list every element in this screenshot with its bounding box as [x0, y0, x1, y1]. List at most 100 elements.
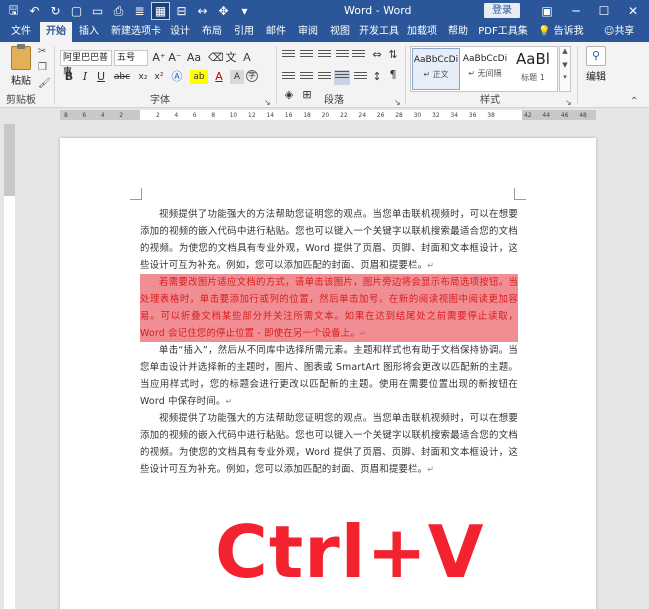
tab-view[interactable]: 视图 [326, 22, 354, 42]
format-painter-icon[interactable]: 🖌 [38, 78, 51, 89]
highlighted-paragraph[interactable]: 若需要改图片适应文档的方式，请单击该图片，图片旁边将会显示布局选项按钮。当处理表… [140, 274, 518, 342]
distributed-icon[interactable] [354, 72, 367, 84]
paste-button[interactable]: 粘贴 [8, 44, 34, 87]
read-mode-icon[interactable]: ≣ [130, 2, 149, 20]
text-effects-icon[interactable]: Ⓐ [170, 70, 184, 84]
enclose-char-icon[interactable]: 字 [246, 70, 258, 82]
grow-font-button[interactable]: A⁺ [152, 51, 166, 65]
cut-icon[interactable]: ✂ [38, 46, 46, 57]
paragraph-text: 单击“插入”，然后从不同库中选择所需元素。主题和样式也有助于文档保持协调。当您单… [140, 345, 518, 407]
signin-button[interactable]: 登录 [484, 3, 520, 18]
tab-design[interactable]: 设计 [166, 22, 194, 42]
decrease-indent-icon[interactable] [336, 50, 349, 62]
styles-dialog-launcher-icon[interactable]: ↘ [565, 98, 572, 107]
new-doc-icon[interactable]: ▢ [67, 2, 86, 20]
redo-icon[interactable]: ↻ [46, 2, 65, 20]
close-icon[interactable]: ✕ [619, 0, 647, 22]
more-styles-icon[interactable]: ▾ [560, 73, 570, 81]
paragraph-mark: ↵ [427, 465, 435, 474]
align-center-icon[interactable] [300, 72, 313, 84]
document-page[interactable]: 视频提供了功能强大的方法帮助您证明您的观点。当您单击联机视频时，可以在想要添加的… [60, 138, 596, 609]
font-size-box[interactable]: 五号 [114, 50, 148, 66]
table-icon[interactable]: ▦ [151, 2, 170, 20]
touch-mode-icon[interactable]: ✥ [214, 2, 233, 20]
document-body[interactable]: 视频提供了功能强大的方法帮助您证明您的观点。当您单击联机视频时，可以在想要添加的… [140, 206, 518, 478]
collapse-ribbon-icon[interactable]: ⌃ [630, 96, 638, 107]
borders-icon[interactable]: ⊞ [300, 88, 314, 102]
char-shading-icon[interactable]: A [230, 70, 244, 84]
style-normal[interactable]: AaBbCcDi ↵ 正文 [412, 48, 460, 90]
subscript-button[interactable]: x₂ [136, 70, 150, 84]
customize-qat-icon[interactable]: ▾ [235, 2, 254, 20]
font-name-box[interactable]: 阿里巴巴普惠 [60, 50, 112, 77]
italic-button[interactable]: I [78, 70, 92, 84]
tab-developer[interactable]: 开发工具 [358, 22, 400, 42]
increase-indent-icon[interactable] [352, 50, 365, 62]
highlight-color-button[interactable]: ab [190, 70, 208, 84]
horizontal-ruler[interactable]: 8 6 4 2 2 4 6 8 10 12 14 16 18 20 22 24 26 28 30 32 34 36 38 42… [60, 110, 596, 120]
ruler-tick-label: 6 [192, 112, 197, 119]
person-icon: ☺ [604, 26, 615, 37]
line-spacing-icon[interactable]: ↕ [370, 70, 384, 84]
tab-file[interactable]: 文件 [6, 22, 36, 42]
numbering-icon[interactable] [300, 50, 313, 62]
tab-home[interactable]: 开始 [40, 22, 72, 42]
bold-button[interactable]: B [62, 70, 76, 84]
tab-addins[interactable]: 加载项 [404, 22, 440, 42]
print-preview-icon[interactable]: ⎙ [109, 2, 128, 20]
justify-icon[interactable] [334, 70, 350, 85]
paragraph[interactable]: 视频提供了功能强大的方法帮助您证明您的观点。当您单击联机视频时，可以在想要添加的… [140, 206, 518, 274]
char-border-icon[interactable]: Ａ [240, 51, 254, 65]
tell-me-search[interactable]: 💡 告诉我 [538, 22, 584, 42]
tab-mailings[interactable]: 邮件 [262, 22, 290, 42]
tab-review[interactable]: 审阅 [294, 22, 322, 42]
paragraph[interactable]: 视频提供了功能强大的方法帮助您证明您的观点。当您单击联机视频时，可以在想要添加的… [140, 410, 518, 478]
editing-button[interactable]: ⚲ 编辑 [584, 46, 608, 83]
chevron-up-icon[interactable]: ▲ [560, 47, 570, 55]
undo-icon[interactable]: ↶ [25, 2, 44, 20]
styles-scroll[interactable]: ▲ ▼ ▾ [559, 46, 571, 92]
save-icon[interactable]: 🖫 [4, 2, 23, 20]
font-color-button[interactable]: A [212, 70, 226, 84]
font-dialog-launcher-icon[interactable]: ↘ [264, 98, 271, 107]
align-left-icon[interactable] [282, 72, 295, 84]
open-folder-icon[interactable]: ▭ [88, 2, 107, 20]
copy-icon[interactable]: ❐ [38, 62, 47, 73]
align-right-icon[interactable] [318, 72, 331, 84]
multilevel-list-icon[interactable] [318, 50, 331, 62]
chinese-layout-icon[interactable]: ⇔ [370, 48, 384, 62]
group-divider [276, 46, 277, 104]
maximize-icon[interactable]: ☐ [590, 0, 618, 22]
tab-insert[interactable]: 插入 [74, 22, 104, 42]
bullets-icon[interactable] [282, 50, 295, 62]
align-icon[interactable]: ⊟ [172, 2, 191, 20]
show-marks-icon[interactable]: ¶ [386, 68, 400, 82]
tab-help[interactable]: 帮助 [444, 22, 472, 42]
strikethrough-button[interactable]: abc [112, 70, 132, 84]
clear-format-icon[interactable]: ⌫ [208, 51, 224, 65]
tab-references[interactable]: 引用 [230, 22, 258, 42]
chevron-down-icon[interactable]: ▼ [560, 61, 570, 69]
superscript-button[interactable]: x² [152, 70, 166, 84]
style-heading-1[interactable]: AaBl 标题 1 [509, 48, 557, 90]
ribbon-display-icon[interactable]: ▣ [533, 0, 561, 22]
share-button[interactable]: ☺共享 [604, 22, 634, 42]
paragraph-mark: ↵ [427, 261, 435, 270]
sort-icon[interactable]: ⇅ [386, 48, 400, 62]
shading-icon[interactable]: ◈ [282, 88, 296, 102]
minimize-icon[interactable]: ─ [562, 0, 590, 22]
phonetic-guide-icon[interactable]: 文 [224, 51, 238, 65]
paragraph[interactable]: 单击“插入”，然后从不同库中选择所需元素。主题和样式也有助于文档保持协调。当您单… [140, 342, 518, 410]
paragraph-dialog-launcher-icon[interactable]: ↘ [394, 98, 401, 107]
style-no-spacing[interactable]: AaBbCcDi ↵ 无间隔 [461, 48, 509, 90]
ruler-tick-label: 16 [284, 112, 293, 119]
change-case-button[interactable]: Aa [184, 51, 204, 65]
tab-pdf-tools[interactable]: PDF工具集 [476, 22, 530, 42]
ruler-text-area [4, 196, 15, 609]
tab-layout[interactable]: 布局 [198, 22, 226, 42]
tab-new-tab[interactable]: 新建选项卡 [108, 22, 164, 42]
shrink-font-button[interactable]: A⁻ [168, 51, 182, 65]
spacing-icon[interactable]: ↔ [193, 2, 212, 20]
underline-button[interactable]: U [94, 70, 108, 84]
ruler-text-area [140, 110, 522, 120]
